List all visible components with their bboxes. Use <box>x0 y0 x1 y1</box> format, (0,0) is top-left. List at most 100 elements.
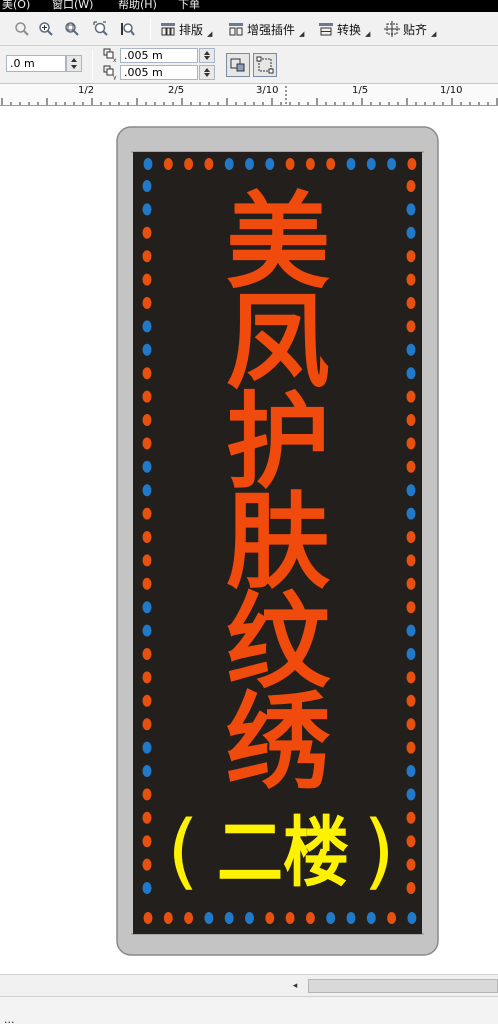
paren-right: ) <box>363 804 395 899</box>
horizontal-ruler[interactable]: 1/2 2/5 3/10 1/5 1/10 <box>0 84 498 106</box>
led-dot <box>406 484 416 497</box>
floor-label: 二楼 <box>217 808 349 897</box>
offset-x-spinner[interactable] <box>199 48 215 63</box>
led-dot <box>163 912 173 924</box>
led-dot <box>142 811 152 824</box>
led-dot <box>387 158 397 170</box>
led-dot <box>142 460 152 473</box>
layout-icon <box>161 23 175 36</box>
drawing-canvas[interactable]: 美凤护肤纹绣 ( 二楼 ) <box>0 106 498 974</box>
led-dot <box>406 414 416 426</box>
led-dot <box>406 460 416 473</box>
led-dot <box>224 912 234 924</box>
layout-button-label: 排版 <box>179 22 204 37</box>
zoom-in-icon[interactable] <box>38 21 54 37</box>
led-dot <box>406 671 416 684</box>
led-dot <box>143 912 153 924</box>
led-dot <box>142 648 152 660</box>
position-spinner[interactable] <box>66 55 82 72</box>
led-dot <box>406 554 416 567</box>
led-dot <box>406 250 416 263</box>
led-dot <box>245 158 254 170</box>
treat-as-filled-button[interactable] <box>226 53 250 77</box>
chevron-down-icon[interactable]: ◢ <box>431 30 436 38</box>
led-dot <box>142 180 152 192</box>
toolbar-separator <box>92 50 93 80</box>
led-dot <box>142 320 152 333</box>
position-field[interactable]: .0 m <box>6 55 66 72</box>
led-dot <box>142 835 152 848</box>
led-dot <box>406 507 416 520</box>
led-dot <box>142 858 152 871</box>
svg-text:y: y <box>113 74 117 80</box>
led-dot <box>406 765 416 777</box>
led-dot <box>406 437 416 450</box>
menu-item-window[interactable]: 窗口(W) <box>52 0 93 12</box>
ruler-label: 1/2 <box>78 85 95 96</box>
led-dot <box>184 912 194 924</box>
sign-title: 美凤护肤纹绣 <box>226 181 331 803</box>
led-dot <box>366 158 376 170</box>
led-dot <box>407 158 417 170</box>
status-bar: ... <box>0 996 498 1024</box>
horizontal-scrollbar[interactable]: ◂ <box>0 974 498 996</box>
chevron-down-icon[interactable]: ◢ <box>207 30 212 38</box>
led-dot <box>142 367 152 380</box>
led-dot <box>142 788 152 801</box>
scroll-left-icon[interactable]: ◂ <box>288 979 302 993</box>
menu-item-order[interactable]: 下单 <box>178 0 200 12</box>
zoom-width-icon[interactable] <box>120 21 136 37</box>
led-dot <box>142 624 152 637</box>
paren-left: ( <box>167 804 199 899</box>
led-dot <box>406 180 416 192</box>
led-dot <box>142 718 152 731</box>
convert-icon <box>319 23 333 36</box>
led-dot <box>406 858 416 871</box>
led-dot <box>305 158 315 170</box>
led-dot <box>406 203 416 216</box>
led-dot <box>406 390 416 403</box>
convert-button[interactable]: 转换 ◢ <box>318 19 370 39</box>
led-dot <box>224 158 234 170</box>
snap-button[interactable]: 贴齐 ◢ <box>384 19 436 39</box>
led-dot <box>406 741 416 754</box>
led-dot <box>406 882 416 894</box>
led-dot <box>326 912 336 924</box>
offset-y-spinner[interactable] <box>199 65 215 80</box>
menu-item-help[interactable]: 帮助(H) <box>118 0 157 12</box>
led-dot <box>406 320 416 333</box>
offset-x-field[interactable]: .005 m <box>120 48 198 63</box>
led-dot <box>406 624 416 637</box>
duplicate-offset-y-icon: y <box>103 65 117 80</box>
led-dot <box>406 273 416 286</box>
led-dot <box>406 226 416 239</box>
led-dot <box>406 577 416 590</box>
layout-button[interactable]: 排版 ◢ <box>160 19 212 39</box>
offset-y-field[interactable]: .005 m <box>120 65 198 80</box>
led-dot <box>142 226 152 239</box>
zoom-icon[interactable] <box>14 21 30 37</box>
plugin-icon <box>229 23 243 36</box>
transform-button[interactable] <box>253 53 277 77</box>
menu-item-arrange[interactable]: 美(O) <box>2 0 30 12</box>
scrollbar-thumb[interactable] <box>308 979 498 993</box>
ruler-label: 1/5 <box>352 85 369 96</box>
led-dot <box>346 158 356 170</box>
led-dot <box>142 297 152 309</box>
plugin-button[interactable]: 增强插件 ◢ <box>228 19 304 39</box>
plugin-button-label: 增强插件 <box>247 22 296 37</box>
zoom-page-icon[interactable] <box>93 21 109 37</box>
led-dot <box>143 158 153 170</box>
svg-text:x: x <box>113 57 117 63</box>
snap-button-label: 贴齐 <box>403 22 428 37</box>
led-dot <box>326 158 336 170</box>
sign-artwork[interactable]: 美凤护肤纹绣 ( 二楼 ) <box>0 106 498 974</box>
led-dot <box>142 765 152 777</box>
led-dot <box>142 671 152 684</box>
zoom-selected-icon[interactable] <box>64 21 80 37</box>
convert-button-label: 转换 <box>337 22 362 37</box>
chevron-down-icon[interactable]: ◢ <box>365 30 370 38</box>
led-dot <box>163 158 173 170</box>
led-dot <box>245 912 254 924</box>
chevron-down-icon[interactable]: ◢ <box>299 30 304 38</box>
